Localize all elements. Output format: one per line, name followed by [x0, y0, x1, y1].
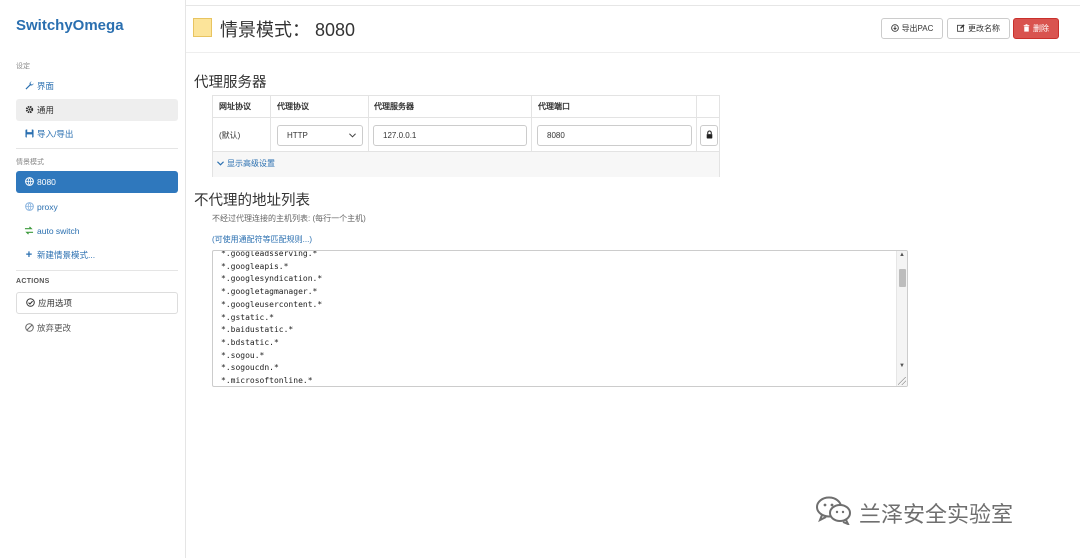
show-advanced-label: 显示高级设置: [227, 159, 275, 168]
check-circle-icon: [25, 297, 35, 309]
switch-icon: [24, 225, 34, 237]
sidebar: SwitchyOmega 设定 界面 通用 导入/导出 情景模式 8080 pr…: [0, 0, 186, 558]
scroll-up-icon[interactable]: ▲: [899, 252, 905, 258]
auth-lock-button[interactable]: [700, 125, 718, 146]
wrench-icon: [24, 80, 34, 92]
proxy-server-value: 127.0.0.1: [383, 131, 417, 140]
delete-button[interactable]: 删除: [1013, 18, 1059, 39]
lock-icon: [706, 130, 713, 141]
header-divider: [186, 52, 1080, 53]
profile-color-swatch[interactable]: [193, 18, 212, 37]
page-title: 情景模式： 8080: [220, 20, 356, 40]
plus-icon: +: [25, 249, 33, 261]
sidebar-item-label: proxy: [37, 202, 58, 212]
apply-options-button[interactable]: 应用选项: [16, 292, 178, 314]
bypass-entry: *.googleadsserving.*: [221, 250, 318, 258]
globe-icon: [24, 201, 34, 213]
column-header: 代理端口: [538, 102, 570, 111]
scroll-down-icon[interactable]: ▼: [899, 363, 905, 369]
rename-label: 更改名称: [968, 24, 1000, 33]
bypass-entry: *.googleusercontent.*: [221, 299, 323, 309]
section-label-actions: ACTIONS: [16, 278, 50, 285]
column-header: 网址协议: [219, 102, 251, 111]
sidebar-item-label: 应用选项: [38, 298, 73, 308]
proxy-table: 网址协议 代理协议 代理服务器 代理端口 (默认) HTTP 127.0.0.1…: [212, 95, 720, 177]
sidebar-item-label: 界面: [37, 81, 55, 91]
export-pac-button[interactable]: 导出PAC: [881, 18, 943, 39]
trash-icon: [1023, 23, 1030, 34]
column-header: 代理协议: [277, 102, 309, 111]
bypass-hint: 不经过代理连接的主机列表: (每行一个主机): [212, 214, 366, 223]
proxy-port-value: 8080: [547, 131, 565, 140]
sidebar-item-label: 放弃更改: [37, 323, 72, 333]
sidebar-item-profile-proxy[interactable]: proxy: [16, 196, 178, 218]
column-header: 代理服务器: [374, 102, 414, 111]
gear-icon: [24, 105, 34, 116]
ban-icon: [24, 322, 34, 334]
proxy-table-row: (默认) HTTP 127.0.0.1 8080: [213, 118, 719, 152]
chevron-down-icon: [349, 131, 356, 140]
sidebar-item-label: 8080: [37, 177, 56, 187]
sidebar-divider: [16, 270, 178, 271]
bypass-entry: *.gstatic.*: [221, 312, 274, 322]
protocol-value: HTTP: [287, 131, 308, 140]
protocol-select[interactable]: HTTP: [277, 125, 363, 146]
rename-button[interactable]: 更改名称: [947, 18, 1010, 39]
watermark: 兰泽安全实验室: [815, 495, 1013, 531]
scheme-value: (默认): [219, 131, 241, 140]
sidebar-item-label: 通用: [37, 105, 55, 115]
proxy-port-input[interactable]: 8080: [537, 125, 692, 146]
chevron-down-icon: [217, 159, 224, 168]
bypass-entry: *.bdstatic.*: [221, 337, 279, 347]
bypass-entries: *.googleadsserving.* *.googleapis.* *.go…: [221, 250, 323, 386]
resize-grip-icon[interactable]: [898, 377, 906, 385]
sidebar-item-label: auto switch: [37, 226, 80, 236]
sidebar-item-label: 新建情景模式...: [37, 250, 96, 260]
sidebar-item-new-profile[interactable]: + 新建情景模式...: [16, 244, 178, 266]
bypass-list-textarea[interactable]: *.googleadsserving.* *.googleapis.* *.go…: [212, 250, 908, 387]
discard-changes-button[interactable]: 放弃更改: [16, 317, 178, 339]
edit-icon: [957, 23, 965, 34]
section-label-settings: 设定: [16, 63, 30, 70]
brand-title[interactable]: SwitchyOmega: [16, 17, 124, 34]
sidebar-item-interface[interactable]: 界面: [16, 75, 178, 97]
bypass-entry: *.baidustatic.*: [221, 325, 294, 335]
bypass-entry: *.googlesyndication.*: [221, 274, 323, 284]
watermark-text: 兰泽安全实验室: [859, 502, 1014, 527]
bypass-entry: *.sogou.*: [221, 350, 265, 360]
download-icon: [890, 23, 899, 34]
bypass-entry: *.googleapis.*: [221, 261, 289, 271]
globe-icon: [24, 176, 34, 188]
proxy-table-footer: [213, 152, 719, 177]
proxy-server-input[interactable]: 127.0.0.1: [373, 125, 527, 146]
sidebar-item-general[interactable]: 通用: [16, 99, 178, 121]
wildcard-rules-link[interactable]: (可使用通配符等匹配规则...): [212, 234, 312, 245]
sidebar-divider: [16, 148, 178, 149]
delete-label: 删除: [1033, 24, 1049, 33]
sidebar-item-import-export[interactable]: 导入/导出: [16, 123, 178, 145]
sidebar-item-profile-auto-switch[interactable]: auto switch: [16, 220, 178, 242]
scrollbar-thumb[interactable]: [899, 269, 906, 287]
show-advanced-link[interactable]: 显示高级设置: [217, 158, 275, 169]
proxy-table-header: 网址协议 代理协议 代理服务器 代理端口: [213, 96, 719, 118]
bypass-scrollbar[interactable]: ▲ ▼: [896, 251, 907, 386]
bypass-entry: *.microsoftonline.*: [221, 376, 313, 386]
wechat-icon: [815, 495, 853, 531]
sidebar-item-label: 导入/导出: [37, 129, 74, 139]
floppy-icon: [24, 128, 34, 140]
bypass-entry: *.googletagmanager.*: [221, 287, 318, 297]
section-label-profiles: 情景模式: [16, 159, 44, 166]
sidebar-item-profile-8080[interactable]: 8080: [16, 171, 178, 193]
bypass-entry: *.sogoucdn.*: [221, 363, 279, 373]
proxy-servers-heading: 代理服务器: [194, 75, 267, 91]
bypass-list-heading: 不代理的地址列表: [194, 193, 310, 209]
export-pac-label: 导出PAC: [901, 24, 934, 33]
